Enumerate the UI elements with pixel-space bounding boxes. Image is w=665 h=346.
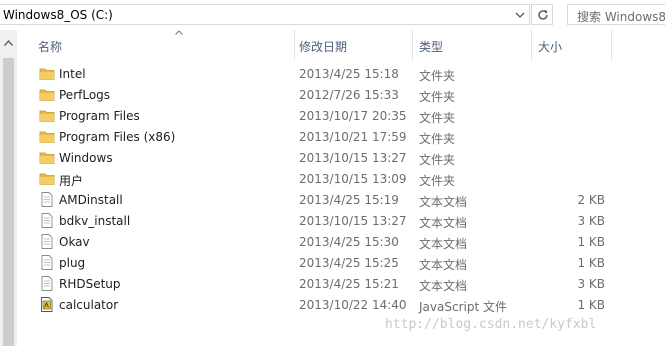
file-type: 文本文档	[419, 216, 468, 230]
file-type: 文件夹	[419, 132, 456, 146]
scrollbar-thumb[interactable]	[3, 58, 14, 346]
address-bar[interactable]: Windows8_OS (C:)	[0, 4, 530, 25]
file-row[interactable]: RHDSetup 2013/4/25 15:21 文本文档 3 KB	[17, 273, 665, 294]
file-type: JavaScript 文件	[419, 300, 507, 314]
file-date: 2012/7/26 15:33	[299, 88, 399, 102]
file-date: 2013/10/17 20:35	[299, 109, 407, 123]
folder-icon	[39, 131, 55, 143]
column-divider[interactable]	[294, 30, 295, 60]
folder-icon	[39, 110, 55, 122]
refresh-button[interactable]	[531, 4, 553, 25]
vertical-scrollbar[interactable]	[0, 30, 17, 346]
file-name: Intel	[59, 67, 86, 81]
file-size: 1 KB	[577, 298, 605, 312]
file-name: calculator	[59, 298, 119, 312]
file-row[interactable]: Okav 2013/4/25 15:30 文本文档 1 KB	[17, 231, 665, 252]
file-row[interactable]: 用户 2013/10/15 13:09 文件夹	[17, 168, 665, 189]
search-box[interactable]: 搜索 Windows8	[567, 4, 665, 25]
text-file-icon	[41, 213, 53, 228]
scroll-up-arrow-icon[interactable]	[4, 40, 13, 46]
file-size: 3 KB	[577, 277, 605, 291]
file-type: 文件夹	[419, 111, 456, 125]
folder-icon	[39, 89, 55, 101]
file-size: 2 KB	[577, 193, 605, 207]
file-date: 2013/10/15 13:09	[299, 172, 407, 186]
search-placeholder[interactable]: 搜索 Windows8	[577, 8, 665, 25]
file-name: RHDSetup	[59, 277, 121, 291]
file-name: Windows	[59, 151, 113, 165]
file-name: Program Files (x86)	[59, 130, 176, 144]
file-date: 2013/10/15 13:27	[299, 214, 407, 228]
file-type: 文本文档	[419, 279, 468, 293]
file-row[interactable]: calculator 2013/10/22 14:40 JavaScript 文…	[17, 294, 665, 315]
text-file-icon	[41, 255, 53, 270]
file-name: 用户	[59, 174, 84, 188]
file-row[interactable]: PerfLogs 2012/7/26 15:33 文件夹	[17, 84, 665, 105]
refresh-icon	[538, 10, 548, 20]
file-row[interactable]: Windows 2013/10/15 13:27 文件夹	[17, 147, 665, 168]
file-type: 文本文档	[419, 258, 468, 272]
file-date: 2013/10/21 17:59	[299, 130, 407, 144]
column-divider[interactable]	[412, 30, 413, 60]
file-type: 文件夹	[419, 69, 456, 83]
file-name: PerfLogs	[59, 88, 111, 102]
file-row[interactable]: bdkv_install 2013/10/15 13:27 文本文档 3 KB	[17, 210, 665, 231]
file-row[interactable]: AMDinstall 2013/4/25 15:19 文本文档 2 KB	[17, 189, 665, 210]
file-date: 2013/10/22 14:40	[299, 298, 407, 312]
file-type: 文本文档	[419, 237, 468, 251]
column-divider[interactable]	[531, 30, 532, 60]
file-date: 2013/4/25 15:25	[299, 256, 399, 270]
file-type: 文件夹	[419, 90, 456, 104]
column-divider[interactable]	[611, 30, 612, 60]
file-row[interactable]: Intel 2013/4/25 15:18 文件夹	[17, 63, 665, 84]
column-name[interactable]: 名称	[38, 38, 62, 55]
folder-icon	[39, 152, 55, 164]
column-size[interactable]: 大小	[538, 38, 562, 55]
file-type: 文本文档	[419, 195, 468, 209]
watermark: http://blog.csdn.net/kyfxbl	[385, 317, 597, 332]
file-name: Okav	[59, 235, 90, 249]
folder-icon	[39, 68, 55, 80]
column-header: 名称 修改日期 类型 大小	[17, 30, 665, 60]
file-row[interactable]: plug 2013/4/25 15:25 文本文档 1 KB	[17, 252, 665, 273]
text-file-icon	[41, 192, 53, 207]
text-file-icon	[41, 234, 53, 249]
sort-ascending-icon	[175, 30, 183, 35]
text-file-icon	[41, 276, 53, 291]
folder-icon	[39, 173, 55, 185]
chevron-down-icon[interactable]	[515, 9, 525, 21]
file-type: 文件夹	[419, 174, 456, 188]
toolbar: Windows8_OS (C:) 搜索 Windows8	[0, 0, 665, 30]
file-date: 2013/4/25 15:18	[299, 67, 399, 81]
column-date-modified[interactable]: 修改日期	[299, 38, 347, 55]
file-date: 2013/4/25 15:19	[299, 193, 399, 207]
file-date: 2013/4/25 15:21	[299, 277, 399, 291]
file-row[interactable]: Program Files 2013/10/17 20:35 文件夹	[17, 105, 665, 126]
file-date: 2013/10/15 13:27	[299, 151, 407, 165]
file-size: 3 KB	[577, 214, 605, 228]
address-text: Windows8_OS (C:)	[3, 8, 113, 22]
file-name: bdkv_install	[59, 214, 131, 228]
file-type: 文件夹	[419, 153, 456, 167]
file-date: 2013/4/25 15:30	[299, 235, 399, 249]
file-size: 1 KB	[577, 235, 605, 249]
file-row[interactable]: Program Files (x86) 2013/10/21 17:59 文件夹	[17, 126, 665, 147]
file-size: 1 KB	[577, 256, 605, 270]
file-name: Program Files	[59, 109, 140, 123]
script-file-icon	[41, 297, 53, 312]
file-name: AMDinstall	[59, 193, 123, 207]
column-type[interactable]: 类型	[419, 38, 443, 55]
file-name: plug	[59, 256, 86, 270]
